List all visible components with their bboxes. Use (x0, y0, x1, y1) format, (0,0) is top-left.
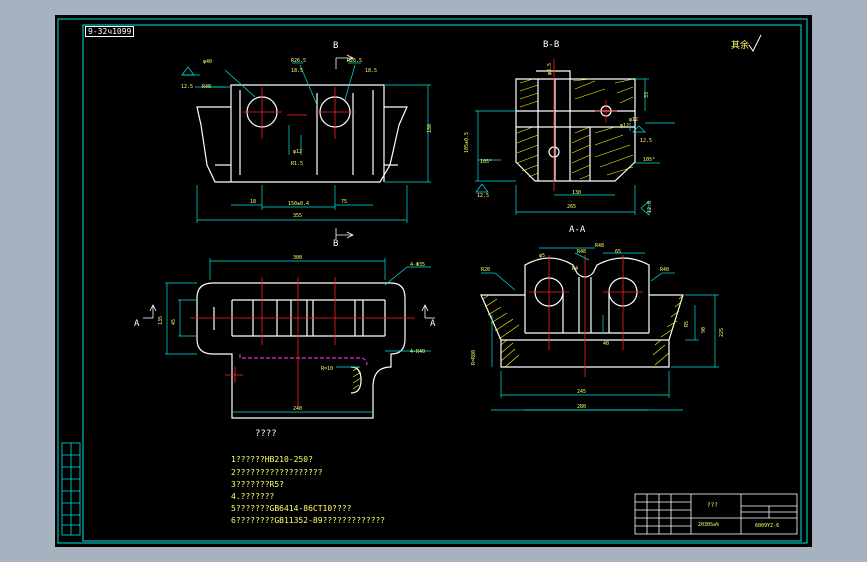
svg-text:65: 65 (615, 249, 621, 255)
section-a-a: R20 R40 φ5 R48 R48 65 R4 245 280 225 90 … (471, 243, 725, 411)
top-view: 300 240 135 45 4-Φ35 4-R40 R=10 (143, 255, 435, 419)
note-line-2: 2?????????????????? (231, 468, 323, 477)
revision-strip (61, 442, 81, 536)
svg-text:355: 355 (293, 213, 302, 219)
svg-text:φ40: φ40 (203, 59, 212, 65)
svg-text:18.5: 18.5 (291, 68, 303, 74)
roughness-mark-label: 其余 (731, 41, 750, 51)
cad-drawing: φ40 12.5 R40 R26.5 R26.5 18.5 18.5 18 15… (57, 18, 808, 544)
svg-text:225: 225 (719, 328, 725, 337)
section-mark-b-top: B (333, 41, 339, 51)
svg-text:12.5: 12.5 (477, 193, 489, 199)
svg-text:105°: 105° (643, 157, 655, 163)
svg-text:12.5: 12.5 (181, 84, 193, 90)
svg-text:R=10: R=10 (321, 366, 333, 372)
svg-text:45: 45 (171, 319, 177, 325)
note-line-3: 3???????R5? (231, 480, 284, 489)
svg-text:245: 245 (577, 389, 586, 395)
section-title-b-b: B-B (543, 40, 560, 50)
note-line-5: 5???????GB6414-86CT10???? (231, 504, 352, 513)
svg-text:280: 280 (577, 404, 586, 410)
svg-text:240: 240 (293, 406, 302, 412)
svg-text:150±0.4: 150±0.4 (288, 201, 309, 207)
section-mark-a-left: A (134, 319, 140, 329)
section-mark-a-right: A (430, 319, 436, 329)
title-block-code: 6009YZ-6 (755, 523, 780, 529)
svg-text:R5: R5 (684, 321, 690, 327)
svg-text:18.5: 18.5 (365, 68, 377, 74)
svg-text:75: 75 (341, 199, 347, 205)
svg-text:R40: R40 (660, 267, 669, 273)
svg-text:R26.5: R26.5 (291, 58, 306, 64)
cad-viewport[interactable]: φ40 12.5 R40 R26.5 R26.5 18.5 18.5 18 15… (55, 15, 812, 547)
notes-heading: ???? (255, 429, 277, 439)
svg-text:18: 18 (250, 199, 256, 205)
svg-text:φ12: φ12 (293, 149, 302, 155)
svg-text:4-Φ35: 4-Φ35 (410, 262, 425, 268)
svg-text:90: 90 (701, 327, 707, 333)
svg-text:φ12: φ12 (620, 123, 629, 129)
section-mark-b-bottom: B (333, 239, 339, 249)
svg-text:R4: R4 (572, 266, 578, 272)
drawing-code-tag: 9-32ч1099 (85, 26, 135, 37)
svg-text:105±0.5: 105±0.5 (464, 132, 470, 153)
svg-text:265: 265 (567, 204, 576, 210)
note-line-6: 6????????GB11352-89????????????? (231, 516, 386, 525)
svg-text:12.5: 12.5 (640, 138, 652, 144)
drawing-frame (57, 18, 808, 544)
roughness-symbol (748, 34, 762, 52)
section-title-a-a: A-A (569, 225, 586, 235)
svg-text:180: 180 (427, 124, 433, 133)
svg-text:φ12: φ12 (629, 117, 638, 123)
svg-text:12.5: 12.5 (647, 201, 653, 213)
svg-text:R48: R48 (595, 243, 604, 249)
svg-text:130: 130 (572, 190, 581, 196)
svg-text:135: 135 (158, 316, 164, 325)
svg-text:4-R40: 4-R40 (410, 349, 425, 355)
svg-text:105°: 105° (480, 159, 492, 165)
svg-text:φ5: φ5 (539, 253, 545, 259)
svg-text:R26.5: R26.5 (347, 58, 362, 64)
front-view: φ40 12.5 R40 R26.5 R26.5 18.5 18.5 18 15… (181, 54, 433, 239)
svg-text:33: 33 (644, 92, 650, 98)
section-b-b: φ8.5 105±0.5 105° 105° 130 265 33 φ12 φ1… (464, 59, 675, 216)
note-line-1: 1??????HB210-250? (231, 455, 313, 464)
svg-text:φ8.5: φ8.5 (547, 63, 553, 75)
note-line-4: 4.??????? (231, 492, 275, 501)
title-block-scale: 2030Sa% (698, 522, 720, 528)
svg-text:R20: R20 (481, 267, 490, 273)
svg-text:R1.5: R1.5 (291, 161, 303, 167)
title-block-name: ??? (707, 502, 718, 509)
svg-text:R=R80: R=R80 (471, 350, 477, 365)
svg-text:R40: R40 (202, 84, 211, 90)
svg-text:40: 40 (603, 341, 609, 347)
svg-text:300: 300 (293, 255, 302, 261)
svg-text:R48: R48 (577, 249, 586, 255)
